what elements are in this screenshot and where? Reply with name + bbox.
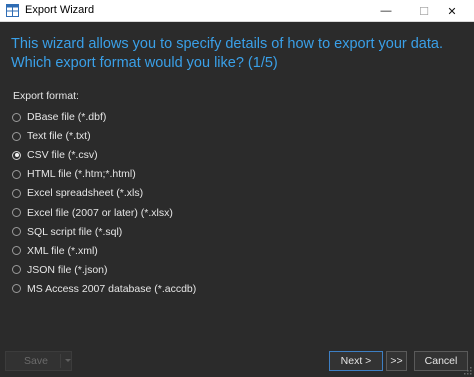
export-format-option-label: Excel spreadsheet (*.xls) xyxy=(27,187,144,200)
save-button[interactable]: Save xyxy=(5,351,72,371)
radio-button[interactable] xyxy=(12,265,21,275)
skip-to-end-label: >> xyxy=(390,355,403,367)
minimize-icon: — xyxy=(380,5,392,17)
next-button-label: Next > xyxy=(340,355,372,367)
wizard-heading: This wizard allows you to specify detail… xyxy=(11,36,443,71)
window-title: Export Wizard xyxy=(25,4,95,16)
save-button-label: Save xyxy=(24,355,48,367)
radio-button[interactable] xyxy=(12,227,21,237)
export-format-option-label: Excel file (2007 or later) (*.xlsx) xyxy=(27,206,173,219)
cancel-button[interactable]: Cancel xyxy=(414,351,468,371)
export-format-option[interactable]: Text file (*.txt) xyxy=(12,128,91,144)
export-format-option-label: CSV file (*.csv) xyxy=(27,149,98,162)
export-format-option[interactable]: SQL script file (*.sql) xyxy=(12,224,122,240)
radio-button[interactable] xyxy=(12,246,21,256)
export-format-option[interactable]: MS Access 2007 database (*.accdb) xyxy=(12,281,196,297)
title-bar: Export Wizard — ☐ ✕ xyxy=(0,0,474,22)
export-format-option-label: SQL script file (*.sql) xyxy=(27,225,123,238)
app-icon xyxy=(6,4,19,17)
export-format-option[interactable]: Excel file (2007 or later) (*.xlsx) xyxy=(12,205,173,221)
export-format-option[interactable]: DBase file (*.dbf) xyxy=(12,109,106,125)
skip-to-end-button[interactable]: >> xyxy=(386,351,407,371)
save-split-divider xyxy=(60,354,61,368)
radio-button[interactable] xyxy=(12,284,21,294)
export-format-option-label: JSON file (*.json) xyxy=(27,263,108,276)
radio-button[interactable] xyxy=(12,112,21,122)
resize-grip-icon[interactable] xyxy=(464,367,472,375)
radio-button[interactable] xyxy=(12,150,21,160)
radio-button[interactable] xyxy=(12,131,21,141)
chevron-down-icon[interactable] xyxy=(65,359,71,362)
export-format-option-label: HTML file (*.htm;*.html) xyxy=(27,168,136,181)
radio-button[interactable] xyxy=(12,188,21,198)
wizard-footer: Save Next > >> Cancel xyxy=(0,344,474,377)
cancel-button-label: Cancel xyxy=(424,355,458,367)
export-format-option[interactable]: JSON file (*.json) xyxy=(12,262,108,278)
export-format-option[interactable]: CSV file (*.csv) xyxy=(12,147,98,163)
radio-button[interactable] xyxy=(12,208,21,217)
wizard-content: This wizard allows you to specify detail… xyxy=(0,22,474,344)
export-format-option[interactable]: Excel spreadsheet (*.xls) xyxy=(12,185,143,201)
export-format-option[interactable]: HTML file (*.htm;*.html) xyxy=(12,166,136,182)
close-icon: ✕ xyxy=(447,5,457,18)
export-format-label: Export format: xyxy=(13,90,79,102)
export-format-option-label: Text file (*.txt) xyxy=(27,130,91,143)
export-format-option-label: DBase file (*.dbf) xyxy=(27,111,107,123)
export-format-option-label: XML file (*.xml) xyxy=(27,244,98,257)
maximize-icon: ☐ xyxy=(419,5,429,18)
radio-button[interactable] xyxy=(12,169,21,179)
export-format-option[interactable]: XML file (*.xml) xyxy=(12,243,98,259)
close-button[interactable]: ✕ xyxy=(430,0,474,22)
next-button[interactable]: Next > xyxy=(329,351,383,371)
export-format-option-label: MS Access 2007 database (*.accdb) xyxy=(27,282,197,295)
